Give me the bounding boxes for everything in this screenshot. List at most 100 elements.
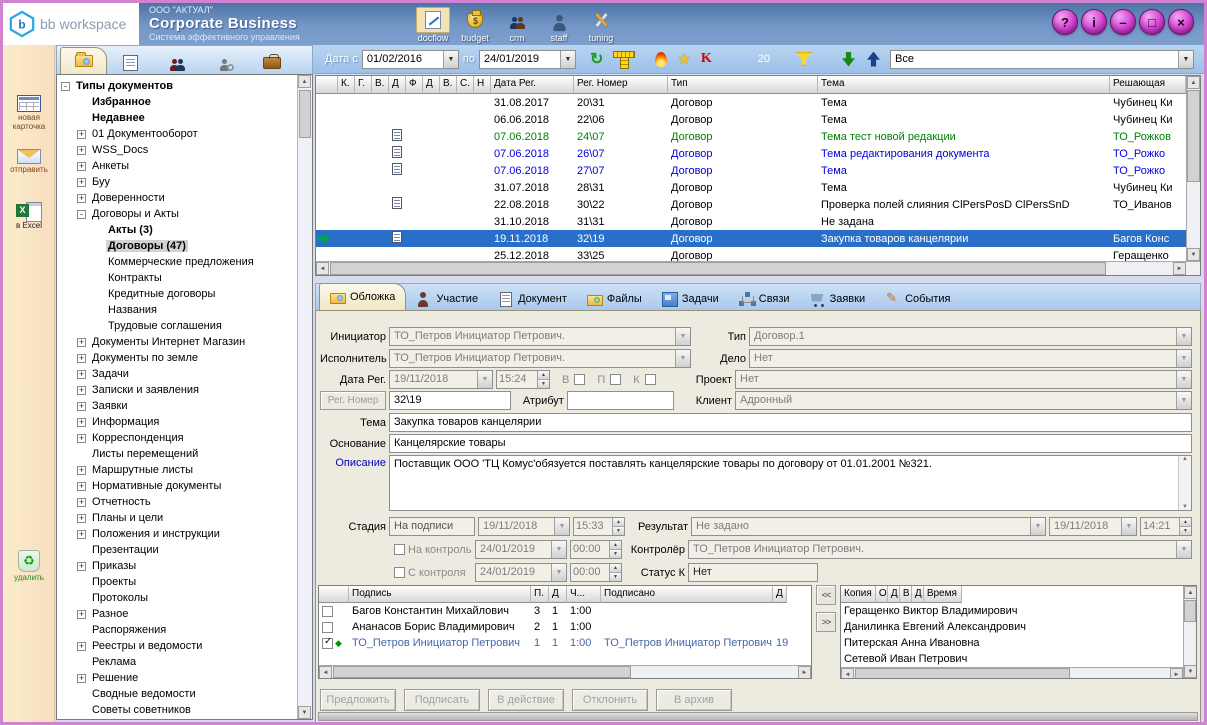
tab-links[interactable]: Связи — [729, 288, 800, 310]
tab-document[interactable]: Документ — [488, 288, 577, 310]
move-left-button[interactable]: << — [816, 585, 836, 605]
filter-combo[interactable]: Все▼ — [890, 50, 1194, 69]
signer-checkbox[interactable] — [322, 622, 333, 633]
chevron-down-icon[interactable]: ▼ — [443, 51, 458, 68]
result-date-combo[interactable]: 19/11/2018▼ — [1049, 517, 1137, 536]
tree-item[interactable]: Коммерческие предложения — [57, 254, 297, 270]
initiator-combo[interactable]: ТО_Петров Инициатор Петрович.▼ — [389, 327, 691, 346]
copy-row[interactable]: Данилинка Евгений Александрович — [841, 619, 1183, 635]
grid-col-flag[interactable]: В. — [372, 76, 389, 94]
spinner-arrows-icon[interactable]: ▲▼ — [537, 371, 549, 388]
signers-hscrollbar[interactable]: ◄ ► — [319, 665, 811, 678]
tree-item[interactable]: -Типы документов — [57, 78, 297, 94]
tree-item[interactable]: +Маршрутные листы — [57, 462, 297, 478]
on-control-checkbox[interactable] — [394, 544, 405, 555]
on-control-time-spinner[interactable]: 00:00▲▼ — [570, 540, 622, 559]
window-button-maximize[interactable]: □ — [1139, 9, 1165, 35]
from-control-time-spinner[interactable]: 00:00▲▼ — [570, 563, 622, 582]
signer-checkbox[interactable] — [322, 606, 333, 617]
signers-col-header[interactable]: Подпись — [349, 586, 531, 603]
grid-vscrollbar[interactable]: ▲ ▼ — [1186, 76, 1200, 261]
tab-events[interactable]: События — [875, 288, 960, 310]
tree-tab-briefcase[interactable] — [248, 51, 295, 74]
case-combo[interactable]: Нет▼ — [749, 349, 1192, 368]
signers-col-header[interactable]: П. — [531, 586, 549, 603]
grid-col-flag[interactable]: Ф — [406, 76, 423, 94]
action-button-1[interactable]: Предложить — [320, 689, 396, 711]
tree-expand-icon[interactable]: + — [77, 482, 86, 491]
executor-combo[interactable]: ТО_Петров Инициатор Петрович.▼ — [389, 349, 691, 368]
tree-expand-icon[interactable]: + — [77, 610, 86, 619]
tree-item[interactable]: +Корреспонденция — [57, 430, 297, 446]
tree-expand-icon[interactable]: + — [77, 146, 86, 155]
grid-col-header[interactable]: Тема — [818, 76, 1110, 94]
tree-item[interactable]: Советы советников — [57, 702, 297, 718]
copies-col-header[interactable]: О — [876, 586, 888, 603]
tree-item[interactable]: Презентации — [57, 542, 297, 558]
tree-item[interactable]: +Нормативные документы — [57, 478, 297, 494]
signer-row[interactable]: Багов Константин Михайлович311:00 — [319, 603, 811, 619]
scroll-thumb[interactable] — [333, 666, 631, 678]
copy-row[interactable]: Геращенко Виктор Владимирович — [841, 603, 1183, 619]
tree-item[interactable]: +Доверенности — [57, 190, 297, 206]
module-staff[interactable]: staff — [539, 4, 579, 45]
k-icon[interactable]: K — [701, 51, 712, 67]
tree-item[interactable]: +Планы и цели — [57, 510, 297, 526]
grid-col-flag[interactable]: Н — [474, 76, 491, 94]
tree-item[interactable]: Проекты — [57, 574, 297, 590]
table-row[interactable]: 19.11.201832\19ДоговорЗакупка товаров ка… — [316, 230, 1186, 247]
client-combo[interactable]: Адронный▼ — [735, 391, 1192, 410]
scroll-down-icon[interactable]: ▼ — [298, 706, 311, 719]
grid-col-flag[interactable]: Г. — [355, 76, 372, 94]
arrow-up-icon[interactable] — [867, 52, 880, 67]
scroll-up-icon[interactable]: ▲ — [1184, 586, 1197, 599]
tree-item[interactable]: +Буу — [57, 174, 297, 190]
action-button-5[interactable]: В архив — [656, 689, 732, 711]
table-row[interactable]: 07.06.201827\07ДоговорТемаТО_Рожко — [316, 162, 1186, 179]
module-crm[interactable]: crm — [497, 4, 537, 45]
from-control-checkbox[interactable] — [394, 567, 405, 578]
table-row[interactable]: 31.08.201720\31ДоговорТемаЧубинец Ки — [316, 94, 1186, 111]
window-button-help[interactable]: ? — [1052, 9, 1078, 35]
tree-item[interactable]: Недавнее — [57, 110, 297, 126]
tree-item[interactable]: +Реестры и ведомости — [57, 638, 297, 654]
tree-item[interactable]: +Отчетность — [57, 494, 297, 510]
ruler-icon[interactable] — [613, 51, 633, 67]
tab-cover[interactable]: Обложка — [319, 283, 406, 310]
sidebar-action-send[interactable]: отправить — [3, 149, 55, 174]
k-checkbox[interactable] — [645, 374, 656, 385]
controller-combo[interactable]: ТО_Петров Инициатор Петрович.▼ — [688, 540, 1192, 559]
date-to-combo[interactable]: 24/01/2019▼ — [479, 50, 576, 69]
time-reg-spinner[interactable]: 15:24▲▼ — [496, 370, 550, 389]
arrow-down-icon[interactable] — [842, 52, 855, 67]
tree-item[interactable]: +Заявки — [57, 398, 297, 414]
tree-scrollbar[interactable]: ▲ ▼ — [297, 75, 312, 719]
tree-tab-journal[interactable] — [107, 51, 154, 74]
scroll-down-icon[interactable]: ▼ — [1184, 665, 1197, 678]
grid-col-header[interactable]: Решающая — [1110, 76, 1186, 94]
tree-expand-icon[interactable]: + — [77, 466, 86, 475]
sidebar-action-new-card[interactable]: новая карточка — [3, 95, 55, 131]
refresh-icon[interactable]: ↻ — [590, 49, 603, 69]
tree-item[interactable]: +Задачи — [57, 366, 297, 382]
result-time-spinner[interactable]: 14:21▲▼ — [1140, 517, 1192, 536]
tree-expand-icon[interactable]: + — [77, 434, 86, 443]
tree-item[interactable]: Названия — [57, 302, 297, 318]
scroll-up-icon[interactable]: ▲ — [298, 75, 311, 88]
tree-expand-icon[interactable]: + — [77, 642, 86, 651]
v-checkbox[interactable] — [574, 374, 585, 385]
copies-col-header[interactable]: Д — [912, 586, 924, 603]
tree-item[interactable]: +Анкеты — [57, 158, 297, 174]
date-from-combo[interactable]: 01/02/2016▼ — [362, 50, 459, 69]
stage-time-spinner[interactable]: 15:33▲▼ — [573, 517, 625, 536]
scroll-left-icon[interactable]: ◄ — [319, 666, 332, 679]
description-scrollbar[interactable]: ▲▼ — [1178, 456, 1191, 510]
scroll-down-icon[interactable]: ▼ — [1179, 504, 1191, 510]
tree-collapse-icon[interactable]: - — [61, 82, 70, 91]
signers-col-header[interactable]: Д — [549, 586, 567, 603]
copy-row[interactable]: Сетевой Иван Петрович — [841, 651, 1183, 667]
tree-item[interactable]: Сводные ведомости — [57, 686, 297, 702]
tree-expand-icon[interactable]: + — [77, 402, 86, 411]
tree-expand-icon[interactable]: + — [77, 386, 86, 395]
scroll-up-icon[interactable]: ▲ — [1187, 76, 1200, 89]
